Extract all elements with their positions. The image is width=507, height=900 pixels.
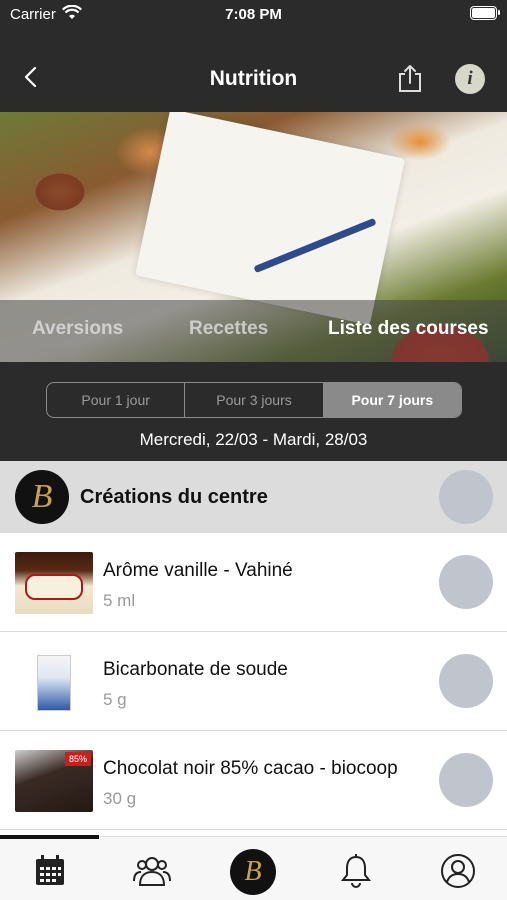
segment-7-days[interactable]: Pour 7 jours xyxy=(323,383,461,417)
active-tab-indicator xyxy=(0,835,99,839)
product-image xyxy=(15,552,93,614)
tab-aversions[interactable]: Aversions xyxy=(32,318,123,340)
list-item[interactable]: 85% Chocolat noir 85% cacao - biocoop 30… xyxy=(0,731,507,830)
status-time: 7:08 PM xyxy=(225,6,282,23)
calendar-icon[interactable] xyxy=(30,851,70,891)
nutrition-tabs: Aversions Recettes Liste des courses xyxy=(0,300,507,362)
bell-icon[interactable] xyxy=(336,851,376,891)
date-range-label: Mercredi, 22/03 - Mardi, 28/03 xyxy=(139,430,368,449)
list-item[interactable]: Bicarbonate de soude 5 g xyxy=(0,632,507,731)
item-quantity: 5 g xyxy=(103,690,127,709)
shopping-list: B Créations du centre Arôme vanille - Va… xyxy=(0,461,507,836)
section-header: B Créations du centre xyxy=(0,461,507,533)
item-quantity: 30 g xyxy=(103,789,137,808)
community-icon[interactable] xyxy=(132,851,172,891)
period-selector-bar: Pour 1 jour Pour 3 jours Pour 7 jours Me… xyxy=(0,362,507,461)
period-segmented-control: Pour 1 jour Pour 3 jours Pour 7 jours xyxy=(46,382,462,418)
item-quantity: 5 ml xyxy=(103,591,136,610)
profile-icon[interactable] xyxy=(438,851,478,891)
section-check-circle[interactable] xyxy=(439,470,493,524)
brand-logo-tab[interactable]: B xyxy=(230,849,276,895)
bottom-tab-bar: B xyxy=(0,835,507,900)
product-image: 85% xyxy=(15,750,93,812)
item-check-circle[interactable] xyxy=(439,555,493,609)
tab-liste-des-courses[interactable]: Liste des courses xyxy=(328,318,489,340)
segment-1-day[interactable]: Pour 1 jour xyxy=(47,383,186,417)
section-title: Créations du centre xyxy=(80,486,268,508)
chocolate-tag: 85% xyxy=(65,752,91,766)
item-check-circle[interactable] xyxy=(439,753,493,807)
status-bar: Carrier 7:08 PM xyxy=(0,0,507,30)
segment-3-days[interactable]: Pour 3 jours xyxy=(185,383,324,417)
info-icon[interactable]: i xyxy=(455,64,485,94)
page-title: Nutrition xyxy=(209,67,298,90)
product-image xyxy=(15,651,93,713)
item-name: Chocolat noir 85% cacao - biocoop xyxy=(103,758,398,779)
brand-logo: B xyxy=(15,470,69,524)
list-item[interactable]: Arôme vanille - Vahiné 5 ml xyxy=(0,533,507,632)
tab-recettes[interactable]: Recettes xyxy=(189,318,268,340)
item-check-circle[interactable] xyxy=(439,654,493,708)
notepad-illustration xyxy=(134,112,406,326)
item-name: Arôme vanille - Vahiné xyxy=(103,560,293,581)
share-icon[interactable] xyxy=(396,64,424,99)
item-name: Bicarbonate de soude xyxy=(103,659,288,680)
battery-icon xyxy=(470,6,500,20)
navigation-bar: Nutrition i xyxy=(0,30,507,112)
hero-image: Aversions Recettes Liste des courses xyxy=(0,112,507,362)
